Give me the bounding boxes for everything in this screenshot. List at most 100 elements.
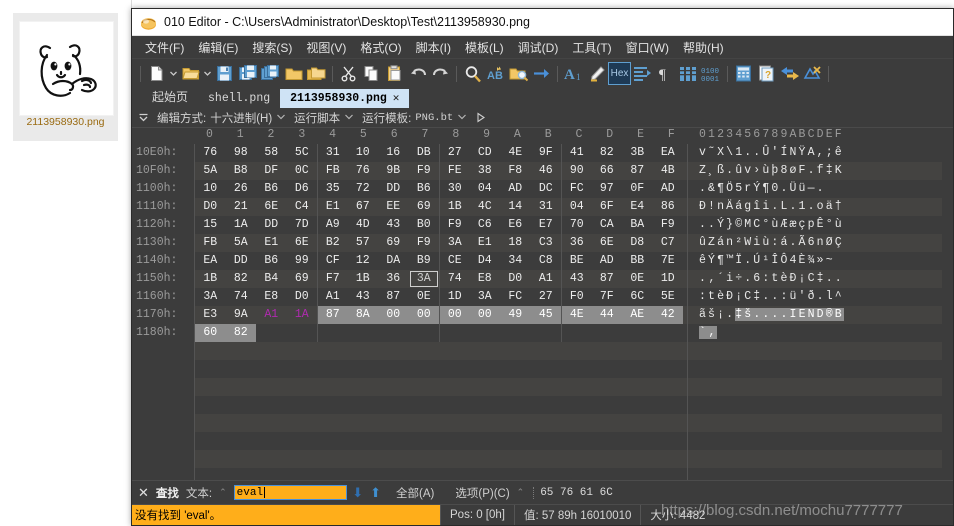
hex-byte-cell[interactable]: 97 (592, 180, 623, 198)
hex-byte-cell[interactable]: E3 (195, 306, 226, 324)
tab-shell-png[interactable]: shell.png (198, 90, 280, 108)
hex-byte-cell[interactable]: 6F (592, 198, 623, 216)
hex-byte-cell[interactable]: B6 (256, 180, 287, 198)
hex-byte-cell[interactable]: FB (195, 234, 226, 252)
paragraph-icon[interactable]: ¶ (654, 62, 677, 85)
hex-byte-cell[interactable]: A9 (317, 216, 348, 234)
hex-byte-cell[interactable]: A1 (256, 306, 287, 324)
hex-byte-cell[interactable]: D0 (500, 270, 531, 288)
hex-byte-cell[interactable]: 67 (348, 198, 379, 216)
hex-byte-cell[interactable]: D4 (470, 252, 501, 270)
hex-byte-cell[interactable]: B4 (256, 270, 287, 288)
hex-byte-cell[interactable]: 27 (531, 288, 562, 306)
folders-icon[interactable] (305, 62, 328, 85)
hex-byte-cell[interactable]: 5E (653, 288, 684, 306)
hex-byte-cell[interactable]: AD (500, 180, 531, 198)
edit-mode-selector[interactable]: 编辑方式: 十六进制(H) (157, 110, 286, 126)
play-triangle-icon[interactable] (475, 112, 486, 123)
hex-byte-cell[interactable]: 99 (287, 252, 318, 270)
hex-byte-cell[interactable]: 36 (561, 234, 592, 252)
hex-byte-cell[interactable]: 74 (439, 270, 470, 288)
hex-byte-cell[interactable]: CD (470, 144, 501, 162)
hex-byte-cell[interactable]: E1 (470, 234, 501, 252)
hex-byte-cell[interactable]: C8 (531, 252, 562, 270)
hex-byte-cell[interactable]: 31 (317, 144, 348, 162)
find-options-button[interactable]: 选项(P)(C) (455, 485, 509, 501)
hex-byte-cell[interactable]: E8 (256, 288, 287, 306)
hex-byte-cell[interactable]: 82 (225, 324, 256, 342)
hex-byte-cell[interactable]: 4B (653, 162, 684, 180)
hex-byte-cell[interactable]: 41 (561, 144, 592, 162)
hex-byte-cell[interactable]: 9A (226, 306, 257, 324)
collapse-icon[interactable] (138, 112, 149, 123)
ascii-row[interactable]: `‚ (688, 324, 953, 342)
hex-byte-cell[interactable]: 4E (500, 144, 531, 162)
hex-byte-cell[interactable]: CF (317, 252, 348, 270)
menu-item-scripts[interactable]: 脚本(I) (409, 37, 458, 58)
hex-byte-cell[interactable]: F0 (561, 288, 592, 306)
hex-row[interactable]: D0 21 6E C4 E1 67 EE 69 1B 4C 14 31 04 6F E4 86 (195, 198, 687, 216)
hex-byte-cell[interactable]: 26 (226, 180, 257, 198)
hex-byte-cell[interactable]: DD (256, 216, 287, 234)
hex-byte-cell[interactable]: 46 (531, 162, 562, 180)
ascii-row[interactable]: ..Ý}©MC°ùÆæçpÊ°ù (688, 216, 953, 234)
close-icon[interactable]: ✕ (393, 91, 400, 105)
hex-byte-cell[interactable] (348, 324, 379, 342)
hex-byte-cell[interactable]: 58 (256, 144, 287, 162)
hex-byte-cell[interactable]: 15 (195, 216, 226, 234)
chevron-up-icon[interactable]: ⌃ (219, 487, 227, 498)
vertical-scrollbar[interactable] (942, 128, 953, 480)
ascii-row[interactable]: v˜X\1..Û'ÍNŸA,;ê (688, 144, 953, 162)
hex-byte-cell[interactable]: 87 (317, 306, 348, 324)
copy-icon[interactable] (360, 62, 383, 85)
hex-byte-cell[interactable]: D0 (287, 288, 318, 306)
hex-byte-cell[interactable]: 00 (378, 306, 409, 324)
hex-byte-cell[interactable]: F8 (500, 162, 531, 180)
tab-start-page[interactable]: 起始页 (142, 86, 198, 108)
hex-byte-cell[interactable]: 4E (561, 306, 592, 324)
hex-byte-cell[interactable]: 3A (470, 288, 501, 306)
menu-item-help[interactable]: 帮助(H) (676, 37, 731, 58)
hex-byte-cell[interactable]: E7 (531, 216, 562, 234)
hex-byte-cell[interactable]: 43 (348, 288, 379, 306)
hex-editor-view[interactable]: 0123456789ABCDEF 0123456789ABCDEF 10E0h:… (132, 128, 953, 480)
hex-byte-cell[interactable]: 00 (469, 306, 500, 324)
hex-byte-cell[interactable]: 10 (348, 144, 379, 162)
hex-byte-cell[interactable]: 82 (226, 270, 257, 288)
file-tile[interactable]: 2113958930.png (13, 13, 118, 141)
hex-byte-cell[interactable]: C3 (531, 234, 562, 252)
hex-byte-cell[interactable] (592, 324, 623, 342)
hex-row[interactable]: 1B 82 B4 69 F7 1B 36 3A 74 E8 D0 A1 43 87 0E 1D (195, 270, 687, 288)
hex-byte-cell[interactable]: 42 (652, 306, 683, 324)
menu-item-window[interactable]: 窗口(W) (619, 37, 676, 58)
hex-row[interactable]: 3A 74 E8 D0 A1 43 87 0E 1D 3A FC 27 F0 7F 6C 5E (195, 288, 687, 306)
hex-row[interactable]: 10 26 B6 D6 35 72 DD B6 30 04 AD DC FC 97 0F AD (195, 180, 687, 198)
hex-byte-cell[interactable] (531, 324, 562, 342)
menu-item-search[interactable]: 搜索(S) (245, 37, 299, 58)
binary-icon[interactable]: 0100 0001 (700, 62, 723, 85)
hex-byte-cell[interactable]: 1B (195, 270, 226, 288)
hex-byte-cell[interactable]: 86 (653, 198, 684, 216)
hex-byte-cell[interactable]: 38 (470, 162, 501, 180)
hex-byte-cell[interactable]: FE (439, 162, 470, 180)
hex-byte-cell[interactable]: B6 (409, 180, 440, 198)
hex-byte-cell[interactable] (409, 324, 440, 342)
hex-byte-cell[interactable]: E1 (256, 234, 287, 252)
hex-byte-cell[interactable]: E8 (470, 270, 501, 288)
menu-item-templates[interactable]: 模板(L) (458, 37, 511, 58)
hex-byte-cell[interactable]: 1D (653, 270, 684, 288)
hex-byte-cell[interactable]: C6 (470, 216, 501, 234)
hex-byte-cell[interactable]: 90 (561, 162, 592, 180)
hex-byte-cell[interactable]: 9B (378, 162, 409, 180)
hex-byte-cell[interactable] (256, 324, 287, 342)
hex-byte-cell[interactable]: 16 (378, 144, 409, 162)
hex-byte-cell[interactable]: 44 (591, 306, 622, 324)
hex-byte-cell[interactable]: 34 (500, 252, 531, 270)
checksum-icon[interactable] (801, 62, 824, 85)
hex-byte-cell[interactable]: 87 (592, 270, 623, 288)
tab-2113958930-png[interactable]: 2113958930.png ✕ (280, 89, 410, 108)
hex-byte-cell[interactable]: 49 (500, 306, 531, 324)
hex-byte-cell[interactable]: F9 (439, 216, 470, 234)
hex-byte-cell[interactable]: BB (622, 252, 653, 270)
hex-byte-cell[interactable]: 74 (226, 288, 257, 306)
